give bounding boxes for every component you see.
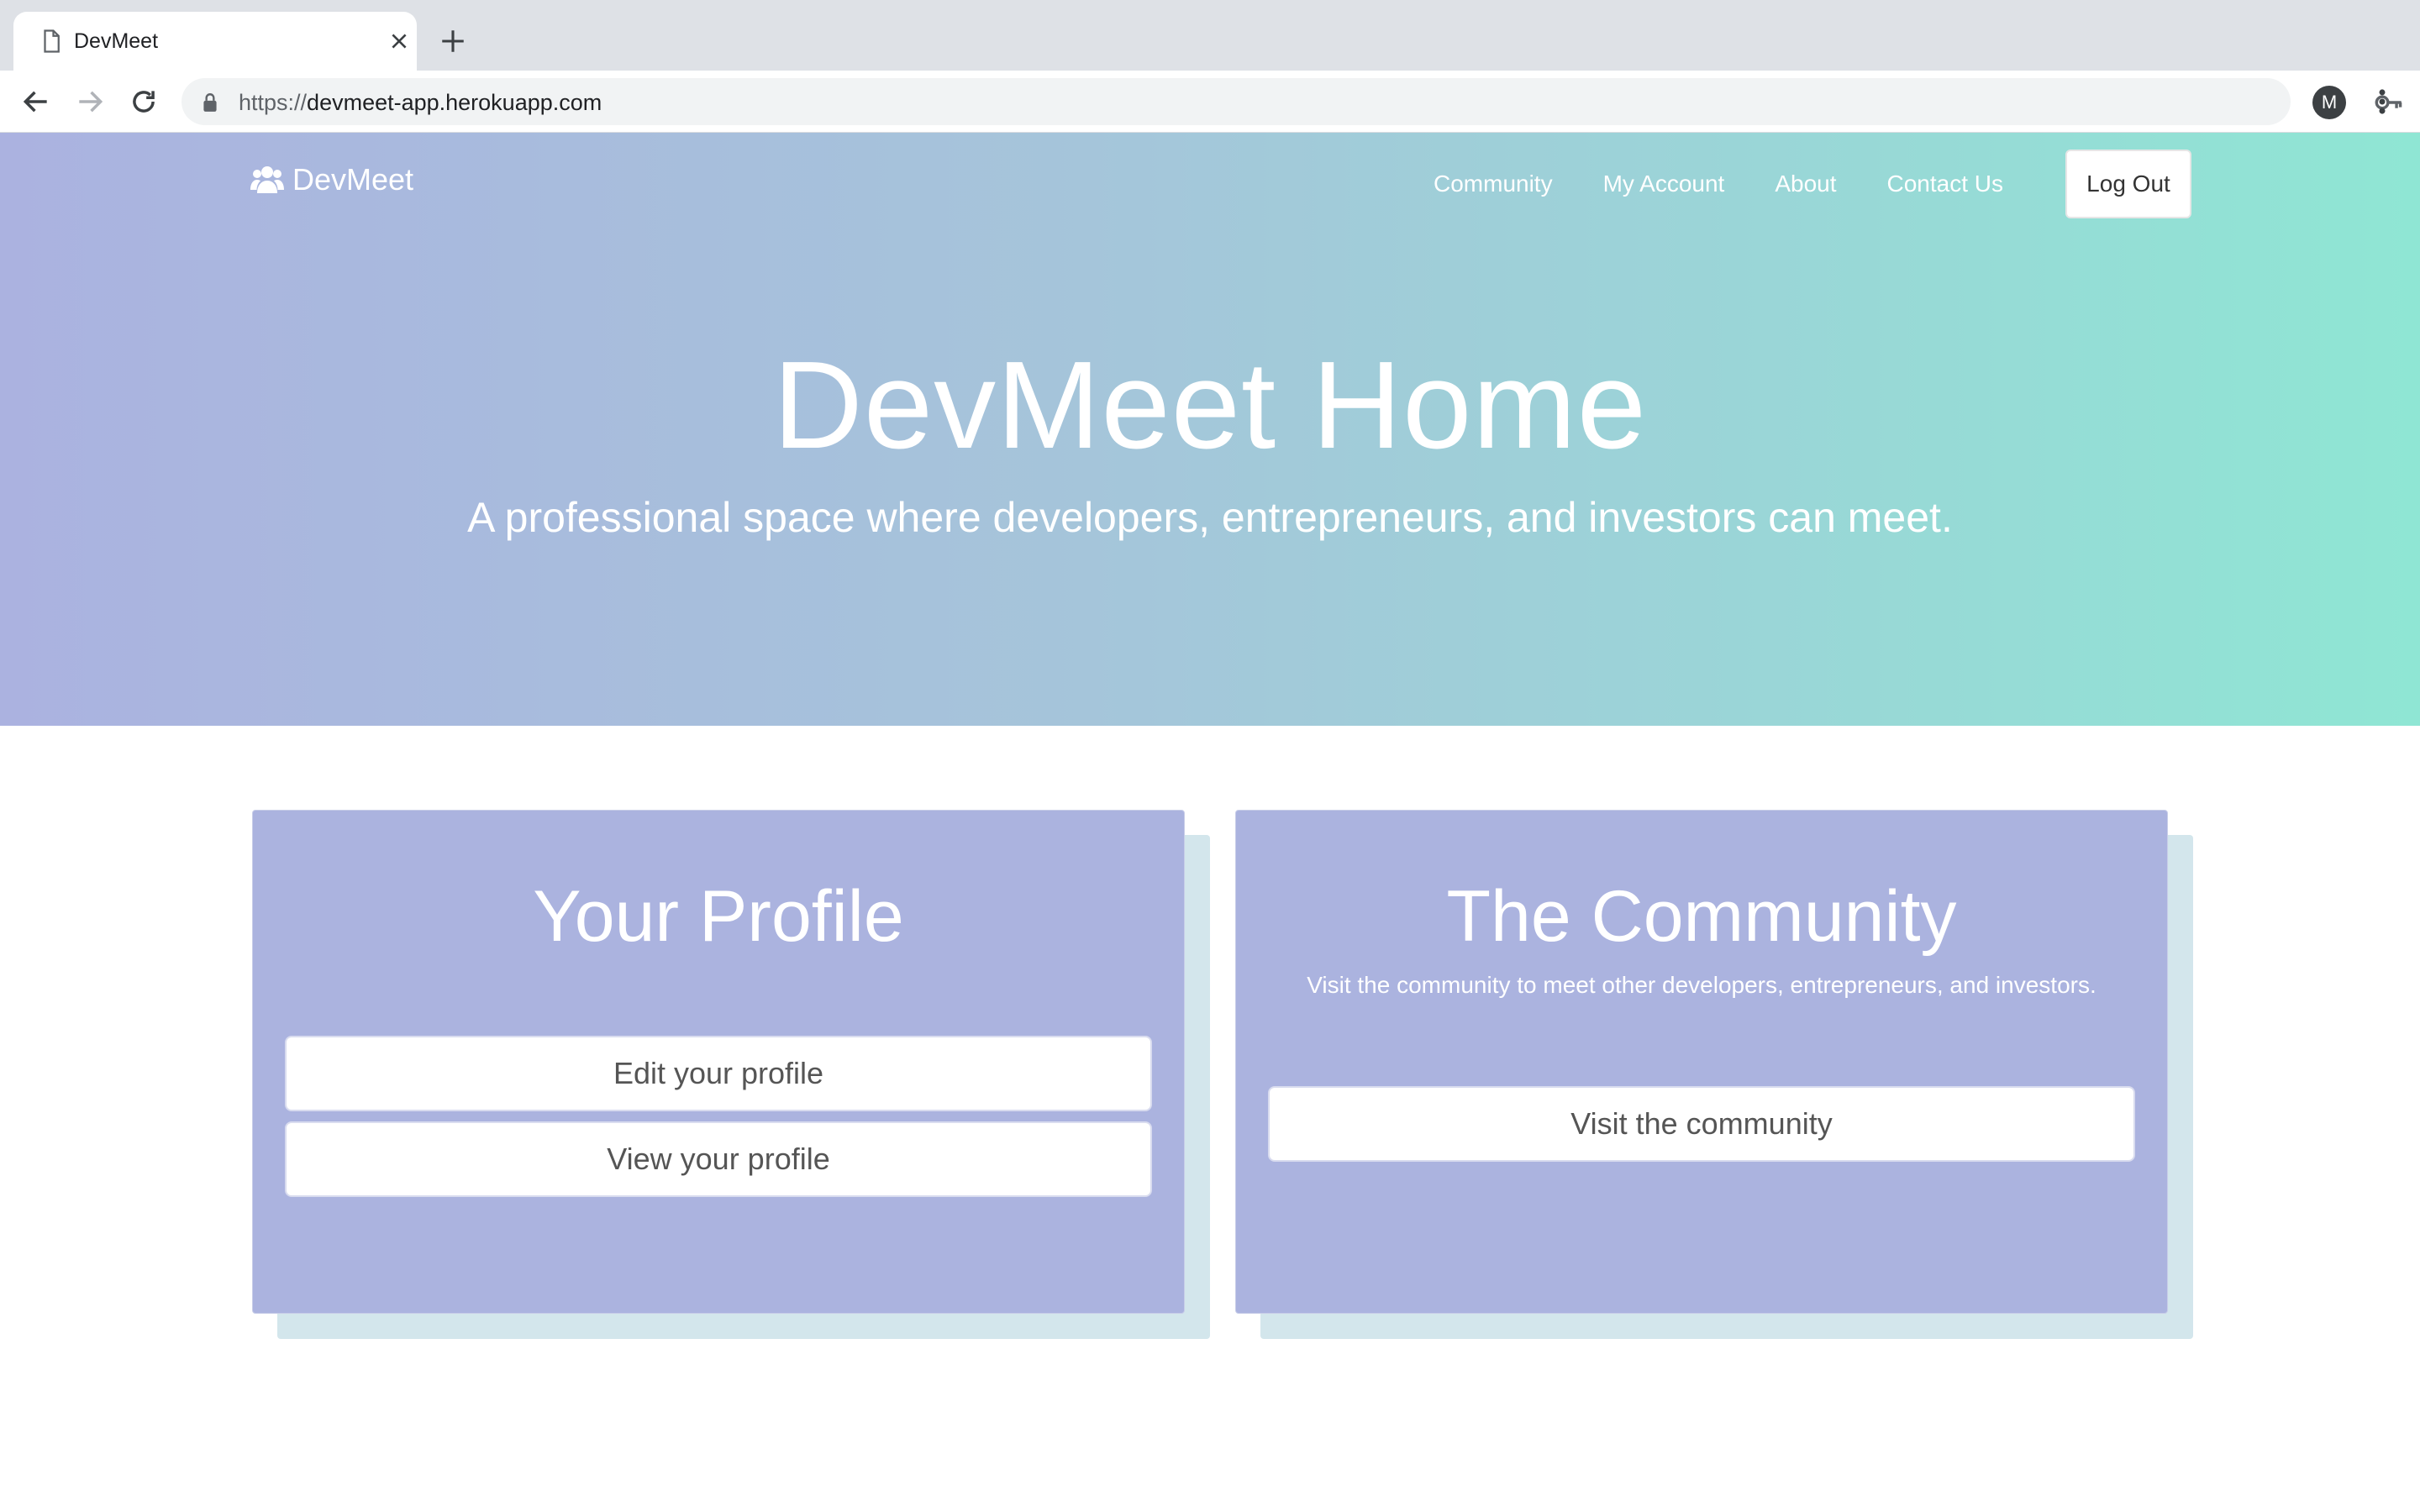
close-icon[interactable] [388,30,410,52]
logout-button[interactable]: Log Out [2065,150,2191,218]
brand-name: DevMeet [292,162,414,197]
visit-community-button[interactable]: Visit the community [1268,1086,2135,1162]
hero-section: DevMeet Community My Account About Conta… [0,133,2420,726]
url-text[interactable]: https://devmeet-app.herokuapp.com [239,90,602,115]
avatar[interactable]: M [2312,86,2346,119]
community-card-description: Visit the community to meet other develo… [1307,972,2096,998]
nav-link-about[interactable]: About [1775,171,1836,197]
browser-toolbar: https://devmeet-app.herokuapp.com M [0,71,2420,133]
community-card-title: The Community [1446,876,1957,957]
address-bar[interactable]: https://devmeet-app.herokuapp.com [182,78,2402,125]
new-tab-plus-icon[interactable] [439,27,467,55]
reload-icon[interactable] [128,86,160,118]
main-nav: Community My Account About Contact Us [1434,150,2003,218]
page-subtitle: A professional space where developers, e… [467,494,1953,541]
lock-icon[interactable] [200,92,220,113]
page-icon [44,29,60,53]
community-card: The Community Visit the community to mee… [1235,810,2168,1314]
users-icon [250,166,284,193]
profile-card-title: Your Profile [533,876,904,957]
nav-link-my-account[interactable]: My Account [1603,171,1725,197]
tab-title: DevMeet [74,29,159,53]
profile-card: Your Profile Edit your profile View your… [252,810,1185,1314]
nav-link-contact-us[interactable]: Contact Us [1887,171,2004,197]
page-title: DevMeet Home [772,336,1648,475]
view-profile-button[interactable]: View your profile [285,1121,1152,1197]
url-scheme: https:// [239,90,308,115]
brand-logo[interactable]: DevMeet [250,156,413,203]
browser-tab-bar: DevMeet [0,0,2420,71]
edit-profile-button[interactable]: Edit your profile [285,1036,1152,1111]
more-vert-icon[interactable] [2371,86,2393,118]
browser-tab[interactable]: DevMeet [13,12,417,71]
nav-link-community[interactable]: Community [1434,171,1553,197]
url-host: devmeet-app.herokuapp.com [307,90,602,115]
back-arrow-icon[interactable] [20,86,52,118]
forward-arrow-icon[interactable] [74,86,106,118]
